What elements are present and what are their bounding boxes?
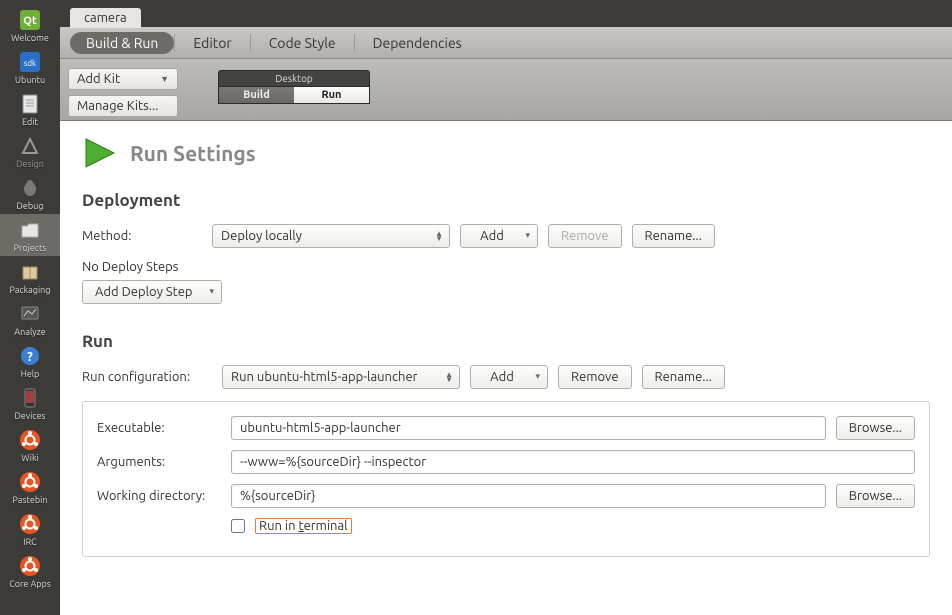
kit-bar: Add Kit▼ Manage Kits... Desktop Build Ru…: [60, 59, 952, 121]
design-icon: [18, 134, 42, 158]
executable-input[interactable]: [231, 416, 826, 440]
executable-label: Executable:: [97, 421, 221, 435]
sidebar-item-debug[interactable]: Debug: [0, 172, 60, 214]
ubuntu-logo-icon: [18, 554, 42, 578]
project-tab-camera[interactable]: camera: [70, 8, 141, 28]
manage-kits-button[interactable]: Manage Kits...: [68, 95, 178, 117]
sidebar-item-projects[interactable]: Projects: [0, 214, 60, 256]
chevron-down-icon: ▼: [160, 74, 169, 84]
deploy-rename-button[interactable]: Rename...: [632, 224, 715, 248]
ubuntu-logo-icon: [18, 512, 42, 536]
no-deploy-steps-label: No Deploy Steps: [82, 260, 930, 274]
workdir-browse-button[interactable]: Browse...: [836, 484, 915, 508]
run-arrow-icon: [82, 135, 118, 171]
ubuntu-logo-icon: [18, 470, 42, 494]
deployment-heading: Deployment: [82, 191, 930, 210]
svg-text:sdk: sdk: [24, 59, 36, 68]
svg-text:?: ?: [27, 350, 33, 364]
settings-content: Run Settings Deployment Method: Deploy l…: [60, 121, 952, 615]
sidebar-item-coreapps[interactable]: Core Apps: [0, 550, 60, 592]
kit-build-tab[interactable]: Build: [219, 87, 294, 103]
phone-icon: [18, 386, 42, 410]
sidebar-item-pastebin[interactable]: Pastebin: [0, 466, 60, 508]
executable-browse-button[interactable]: Browse...: [836, 416, 915, 440]
folder-icon: [18, 218, 42, 242]
ubuntu-logo-icon: [18, 428, 42, 452]
run-rename-button[interactable]: Rename...: [642, 365, 725, 389]
project-subnav: Build & Run Editor Code Style Dependenci…: [60, 27, 952, 59]
spinner-arrows-icon: ▲▼: [435, 231, 443, 241]
run-in-terminal-checkbox[interactable]: [231, 519, 245, 533]
arguments-label: Arguments:: [97, 455, 221, 469]
run-remove-button[interactable]: Remove: [558, 365, 632, 389]
run-config-select[interactable]: Run ubuntu-html5-app-launcher ▲▼: [222, 365, 460, 389]
qt-icon: Qt: [18, 8, 42, 32]
run-details-group: Executable: Browse... Arguments: Working…: [82, 401, 930, 557]
mode-sidebar: Qt Welcome sdk Ubuntu Edit Design: [0, 4, 60, 615]
project-tab-bar: camera: [60, 4, 952, 27]
kit-desktop: Desktop Build Run: [218, 70, 370, 104]
kit-name-label[interactable]: Desktop: [218, 70, 370, 86]
run-heading: Run: [82, 332, 930, 351]
deploy-remove-button[interactable]: Remove: [548, 224, 622, 248]
subnav-dependencies[interactable]: Dependencies: [355, 31, 480, 55]
sidebar-item-design[interactable]: Design: [0, 130, 60, 172]
arguments-input[interactable]: [231, 450, 915, 474]
run-add-button[interactable]: Add: [470, 365, 548, 389]
run-config-label: Run configuration:: [82, 370, 212, 384]
subnav-build-run[interactable]: Build & Run: [70, 32, 174, 54]
subnav-editor[interactable]: Editor: [175, 31, 249, 55]
svg-text:Qt: Qt: [23, 15, 37, 27]
kit-run-tab[interactable]: Run: [294, 87, 369, 103]
document-icon: [18, 92, 42, 116]
sidebar-item-edit[interactable]: Edit: [0, 88, 60, 130]
sidebar-item-irc[interactable]: IRC: [0, 508, 60, 550]
sidebar-item-packaging[interactable]: Packaging: [0, 256, 60, 298]
sidebar-item-help[interactable]: ? Help: [0, 340, 60, 382]
sidebar-item-welcome[interactable]: Qt Welcome: [0, 4, 60, 46]
workdir-label: Working directory:: [97, 489, 221, 503]
bug-icon: [18, 176, 42, 200]
sidebar-item-ubuntu[interactable]: sdk Ubuntu: [0, 46, 60, 88]
method-label: Method:: [82, 229, 202, 243]
run-in-terminal-label[interactable]: Run in terminal: [255, 518, 352, 534]
analyze-icon: [18, 302, 42, 326]
add-deploy-step-button[interactable]: Add Deploy Step: [82, 280, 222, 304]
page-title: Run Settings: [130, 141, 256, 165]
sidebar-item-wiki[interactable]: Wiki: [0, 424, 60, 466]
sidebar-item-devices[interactable]: Devices: [0, 382, 60, 424]
workdir-input[interactable]: [231, 484, 826, 508]
subnav-code-style[interactable]: Code Style: [251, 31, 354, 55]
help-icon: ?: [18, 344, 42, 368]
deploy-add-button[interactable]: Add: [460, 224, 538, 248]
ubuntu-sdk-icon: sdk: [18, 50, 42, 74]
package-icon: [18, 260, 42, 284]
deploy-method-select[interactable]: Deploy locally ▲▼: [212, 224, 450, 248]
spinner-arrows-icon: ▲▼: [445, 372, 453, 382]
sidebar-item-analyze[interactable]: Analyze: [0, 298, 60, 340]
add-kit-button[interactable]: Add Kit▼: [68, 68, 178, 90]
